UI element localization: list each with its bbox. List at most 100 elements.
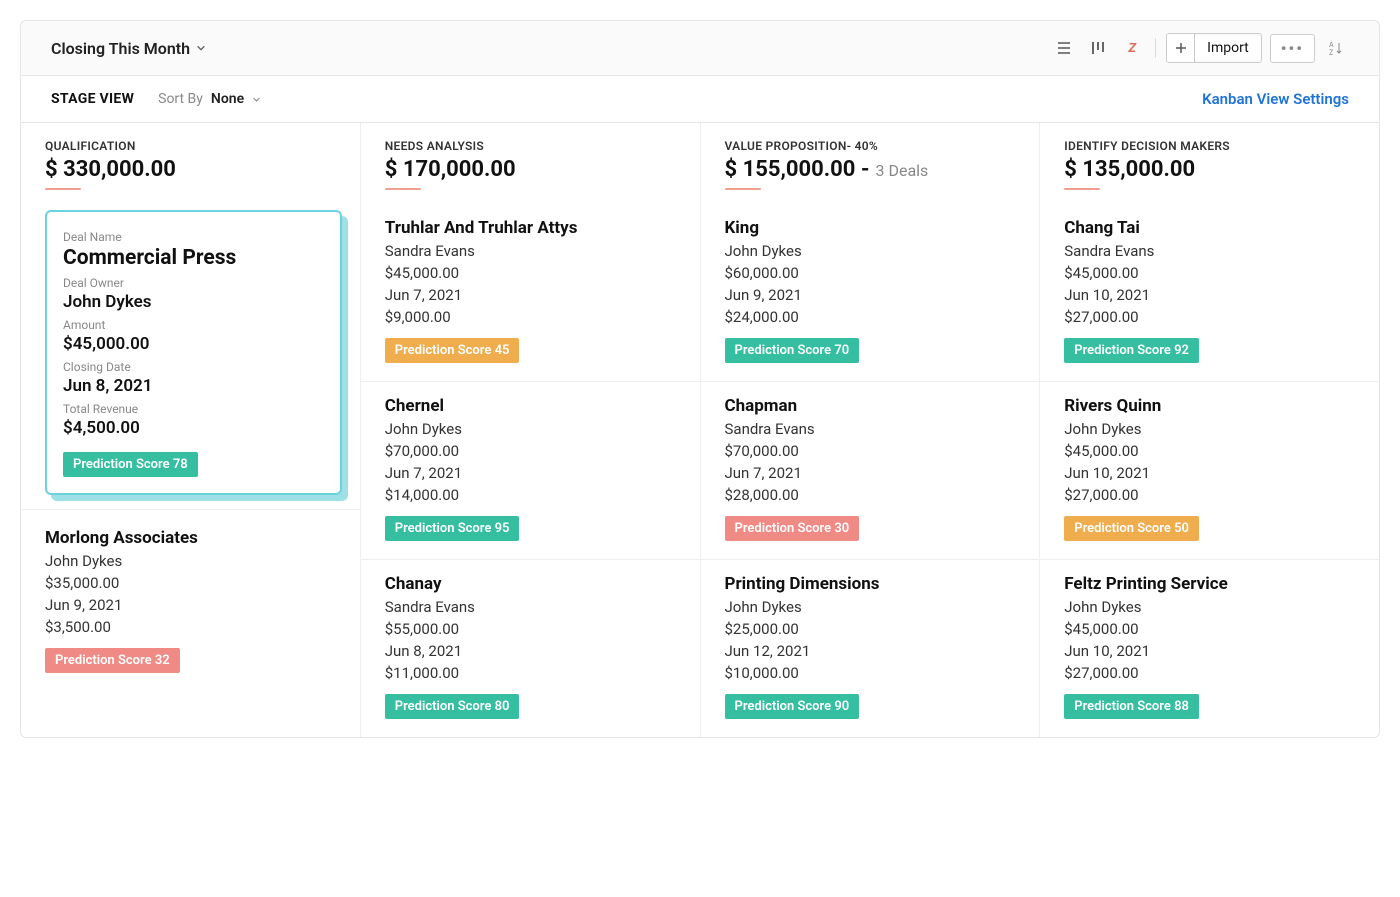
- column-amount: $ 135,000.00: [1064, 157, 1355, 182]
- deal-revenue: $27,000.00: [1064, 308, 1355, 326]
- prediction-score-badge: Prediction Score 80: [385, 694, 520, 719]
- topbar-actions: Z Import ••• AZ: [1051, 33, 1349, 63]
- column-header: NEEDS ANALYSIS $ 170,000.00: [361, 123, 700, 204]
- stage-column-needs-analysis: NEEDS ANALYSIS $ 170,000.00 Truhlar And …: [361, 123, 701, 737]
- deal-amount: $45,000.00: [1064, 620, 1355, 638]
- prediction-score-badge: Prediction Score 45: [385, 338, 520, 363]
- deal-date: Jun 10, 2021: [1064, 642, 1355, 660]
- deal-amount: $45,000.00: [1064, 264, 1355, 282]
- sort-by-label: Sort By: [158, 91, 203, 107]
- add-button[interactable]: [1167, 34, 1195, 62]
- prediction-score-badge: Prediction Score 78: [63, 452, 198, 477]
- column-underline: [1064, 188, 1100, 190]
- list-view-icon[interactable]: [1051, 35, 1077, 61]
- deal-revenue: $14,000.00: [385, 486, 676, 504]
- deal-name: Truhlar And Truhlar Attys: [385, 218, 676, 238]
- total-revenue: $4,500.00: [63, 418, 324, 438]
- prediction-score-badge: Prediction Score 92: [1064, 338, 1199, 363]
- deal-date: Jun 12, 2021: [725, 642, 1016, 660]
- column-title: IDENTIFY DECISION MAKERS: [1064, 139, 1355, 153]
- deal-revenue: $27,000.00: [1064, 664, 1355, 682]
- deal-date: Jun 8, 2021: [385, 642, 676, 660]
- kanban-settings-link[interactable]: Kanban View Settings: [1202, 90, 1349, 108]
- deal-name: Morlong Associates: [45, 528, 336, 548]
- more-actions-button[interactable]: •••: [1270, 34, 1315, 63]
- deal-revenue: $24,000.00: [725, 308, 1016, 326]
- deal-revenue: $11,000.00: [385, 664, 676, 682]
- deal-name-label: Deal Name: [63, 230, 324, 244]
- deal-card[interactable]: Printing Dimensions John Dykes $25,000.0…: [701, 560, 1040, 737]
- deal-card[interactable]: King John Dykes $60,000.00 Jun 9, 2021 $…: [701, 204, 1040, 382]
- filter-label: Closing This Month: [51, 39, 190, 58]
- deal-owner: John Dykes: [45, 552, 336, 570]
- prediction-score-badge: Prediction Score 32: [45, 648, 180, 673]
- stage-column-identify-decision-makers: IDENTIFY DECISION MAKERS $ 135,000.00 Ch…: [1040, 123, 1379, 737]
- deal-card[interactable]: Rivers Quinn John Dykes $45,000.00 Jun 1…: [1040, 382, 1379, 560]
- deal-name: Feltz Printing Service: [1064, 574, 1355, 594]
- deal-revenue: $3,500.00: [45, 618, 336, 636]
- deal-card[interactable]: Chernel John Dykes $70,000.00 Jun 7, 202…: [361, 382, 700, 560]
- column-underline: [385, 188, 421, 190]
- closing-date-label: Closing Date: [63, 360, 324, 374]
- deal-owner: John Dykes: [1064, 598, 1355, 616]
- deal-card[interactable]: Morlong Associates John Dykes $35,000.00…: [21, 509, 360, 691]
- closing-date: Jun 8, 2021: [63, 376, 324, 396]
- svg-text:A: A: [1329, 41, 1334, 49]
- deal-owner: Sandra Evans: [385, 242, 676, 260]
- zia-icon[interactable]: Z: [1119, 35, 1145, 61]
- deal-card[interactable]: Chang Tai Sandra Evans $45,000.00 Jun 10…: [1040, 204, 1379, 382]
- deal-owner: John Dykes: [1064, 420, 1355, 438]
- deal-date: Jun 10, 2021: [1064, 286, 1355, 304]
- amount-value: $45,000.00: [63, 334, 324, 354]
- deal-owner: John Dykes: [63, 292, 324, 312]
- deal-owner: Sandra Evans: [385, 598, 676, 616]
- deal-revenue: $10,000.00: [725, 664, 1016, 682]
- deal-name: Rivers Quinn: [1064, 396, 1355, 416]
- column-amount: $ 155,000.00 -: [725, 157, 870, 182]
- prediction-score-badge: Prediction Score 95: [385, 516, 520, 541]
- deal-card-spotlight[interactable]: Deal Name Commercial Press Deal Owner Jo…: [45, 210, 342, 495]
- deal-date: Jun 7, 2021: [385, 464, 676, 482]
- deal-revenue: $9,000.00: [385, 308, 676, 326]
- prediction-score-badge: Prediction Score 90: [725, 694, 860, 719]
- import-button[interactable]: Import: [1195, 36, 1261, 60]
- deal-date: Jun 9, 2021: [725, 286, 1016, 304]
- deal-revenue: $27,000.00: [1064, 486, 1355, 504]
- deal-owner: Sandra Evans: [725, 420, 1016, 438]
- prediction-score-badge: Prediction Score 88: [1064, 694, 1199, 719]
- deal-card[interactable]: Truhlar And Truhlar Attys Sandra Evans $…: [361, 204, 700, 382]
- divider: [1155, 38, 1156, 58]
- column-header: VALUE PROPOSITION- 40% $ 155,000.00 - 3 …: [701, 123, 1040, 204]
- column-header: IDENTIFY DECISION MAKERS $ 135,000.00: [1040, 123, 1379, 204]
- deal-card[interactable]: Chapman Sandra Evans $70,000.00 Jun 7, 2…: [701, 382, 1040, 560]
- deal-amount: $70,000.00: [385, 442, 676, 460]
- deal-owner: Sandra Evans: [1064, 242, 1355, 260]
- column-underline: [45, 188, 81, 190]
- deal-amount: $25,000.00: [725, 620, 1016, 638]
- deal-card[interactable]: Feltz Printing Service John Dykes $45,00…: [1040, 560, 1379, 737]
- sort-by-dropdown[interactable]: Sort By None: [158, 91, 261, 107]
- chevron-down-icon: [252, 95, 261, 104]
- filter-dropdown[interactable]: Closing This Month: [51, 39, 206, 58]
- subbar-left: STAGE VIEW Sort By None: [51, 91, 261, 107]
- deal-revenue: $28,000.00: [725, 486, 1016, 504]
- deal-name: King: [725, 218, 1016, 238]
- deal-name: Chanay: [385, 574, 676, 594]
- deal-card[interactable]: Chanay Sandra Evans $55,000.00 Jun 8, 20…: [361, 560, 700, 737]
- deal-name: Commercial Press: [63, 246, 324, 270]
- column-subtext: 3 Deals: [876, 161, 929, 180]
- sort-az-icon[interactable]: AZ: [1323, 35, 1349, 61]
- kanban-view-icon[interactable]: [1085, 35, 1111, 61]
- deal-date: Jun 10, 2021: [1064, 464, 1355, 482]
- deal-owner-label: Deal Owner: [63, 276, 324, 290]
- prediction-score-badge: Prediction Score 70: [725, 338, 860, 363]
- deal-owner: John Dykes: [725, 242, 1016, 260]
- deal-owner: John Dykes: [725, 598, 1016, 616]
- kanban-board: QUALIFICATION $ 330,000.00 Deal Name Com…: [20, 122, 1380, 738]
- column-amount: $ 330,000.00: [45, 157, 336, 182]
- prediction-score-badge: Prediction Score 30: [725, 516, 860, 541]
- column-header: QUALIFICATION $ 330,000.00: [21, 123, 360, 204]
- deal-amount: $35,000.00: [45, 574, 336, 592]
- svg-text:Z: Z: [1329, 49, 1333, 56]
- amount-label: Amount: [63, 318, 324, 332]
